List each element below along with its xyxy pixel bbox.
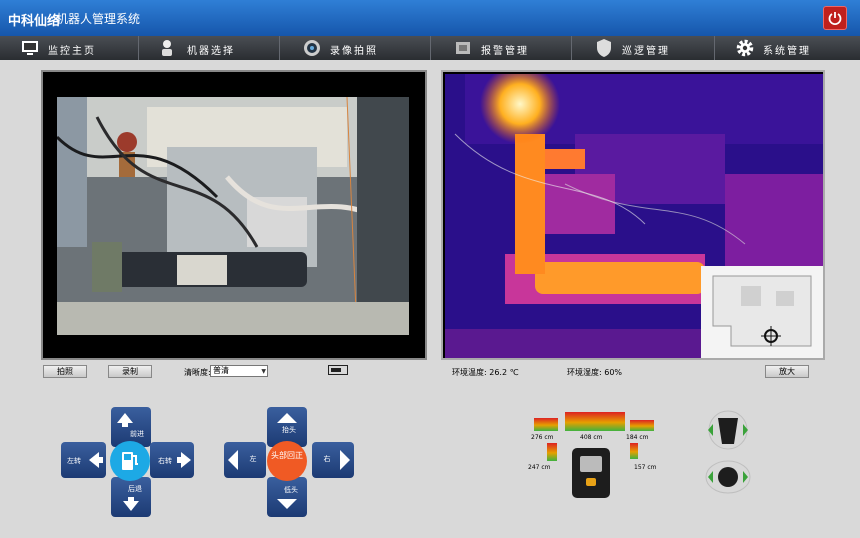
robot-status-icon: [572, 448, 610, 498]
sensor-left-top: 276 cm: [531, 434, 554, 441]
nav-label: 报警管理: [481, 46, 529, 57]
clarity-select[interactable]: 普清 ▼: [210, 365, 268, 377]
turn-left-label: 左转: [67, 457, 81, 465]
chevron-down-icon: [277, 499, 297, 509]
patrol-map[interactable]: [701, 266, 823, 358]
back-button[interactable]: 后退: [111, 477, 151, 517]
head-center-button[interactable]: 头部回正: [267, 441, 307, 481]
sensor-right-top: 184 cm: [626, 434, 649, 441]
nav-label: 系统管理: [763, 46, 811, 57]
chevron-right-icon: [340, 450, 350, 470]
head-center-label: 头部回正: [271, 451, 303, 460]
base-rotate-control[interactable]: [703, 459, 753, 495]
arrow-left-icon: [89, 452, 103, 468]
back-label: 后退: [128, 485, 142, 493]
nav-item-system-manage[interactable]: 系统管理: [715, 36, 860, 60]
app-title: 机器人管理系统: [56, 12, 141, 26]
humidity-readout: 环境湿度: 60%: [567, 368, 623, 377]
nav-label: 录像拍照: [330, 46, 378, 57]
clarity-label: 清晰度:: [184, 368, 211, 377]
capture-button[interactable]: 拍照: [43, 365, 87, 378]
sensor-left-bottom: 247 cm: [528, 464, 551, 471]
sensor-right-bottom: 157 cm: [634, 464, 657, 471]
nav-item-patrol-manage[interactable]: 巡逻管理: [572, 36, 715, 60]
camera-image: [57, 97, 409, 335]
head-left-button[interactable]: 左: [224, 442, 266, 478]
temperature-readout: 环境温度: 26.2 ℃: [452, 368, 519, 377]
monitor-icon: [22, 41, 38, 55]
battery-icon: [328, 365, 348, 375]
charge-button[interactable]: [110, 441, 150, 481]
brand-name: 中科仙络: [8, 14, 61, 29]
chevron-up-icon: [277, 413, 297, 423]
head-right-button[interactable]: 右: [312, 442, 354, 478]
robot-icon: [162, 40, 172, 56]
arrow-down-icon: [123, 497, 139, 511]
turn-right-button[interactable]: 右转: [150, 442, 194, 478]
visible-camera-feed[interactable]: [41, 70, 427, 360]
head-down-label: 低头: [284, 486, 298, 494]
camera-icon: [304, 40, 320, 56]
sensor-center-top: 408 cm: [580, 434, 603, 441]
forward-label: 前进: [130, 430, 144, 438]
sensor-bar-left-top: [534, 418, 558, 431]
sensor-bar-right-bottom: [630, 443, 638, 459]
gear-icon: [736, 39, 754, 57]
chevron-down-icon: ▼: [261, 368, 266, 375]
head-down-button[interactable]: 低头: [267, 477, 307, 517]
turn-left-button[interactable]: 左转: [61, 442, 106, 478]
nav-item-monitor-home[interactable]: 监控主页: [0, 36, 139, 60]
sensor-bar-left-bottom: [547, 443, 557, 461]
title-bar: 中科仙络 机器人管理系统: [0, 0, 860, 36]
charging-icon: [122, 452, 138, 470]
nav-label: 监控主页: [48, 46, 96, 57]
alarm-icon: [456, 42, 470, 54]
head-rotate-control[interactable]: [703, 410, 753, 450]
nav-item-robot-select[interactable]: 机器选择: [139, 36, 280, 60]
power-button[interactable]: [823, 6, 847, 30]
turn-right-label: 右转: [158, 457, 172, 465]
power-icon: [828, 12, 842, 25]
head-up-label: 抬头: [282, 426, 296, 434]
shield-icon: [597, 39, 611, 57]
enlarge-button[interactable]: 放大: [765, 365, 809, 378]
record-button[interactable]: 录制: [108, 365, 152, 378]
clarity-value: 普清: [213, 366, 229, 375]
sensor-bar-center-top: [565, 412, 625, 431]
nav-label: 机器选择: [187, 46, 235, 57]
nav-item-alarm-manage[interactable]: 报警管理: [431, 36, 572, 60]
arrow-right-icon: [177, 452, 191, 468]
nav-label: 巡逻管理: [622, 46, 670, 57]
thermal-camera-feed[interactable]: [441, 70, 825, 360]
main-nav: 监控主页 机器选择 录像拍照 报警管理 巡逻管理 系统管理: [0, 36, 860, 60]
arrow-up-icon: [117, 413, 133, 427]
sensor-bar-right-top: [630, 420, 654, 431]
nav-item-video-photo[interactable]: 录像拍照: [280, 36, 431, 60]
